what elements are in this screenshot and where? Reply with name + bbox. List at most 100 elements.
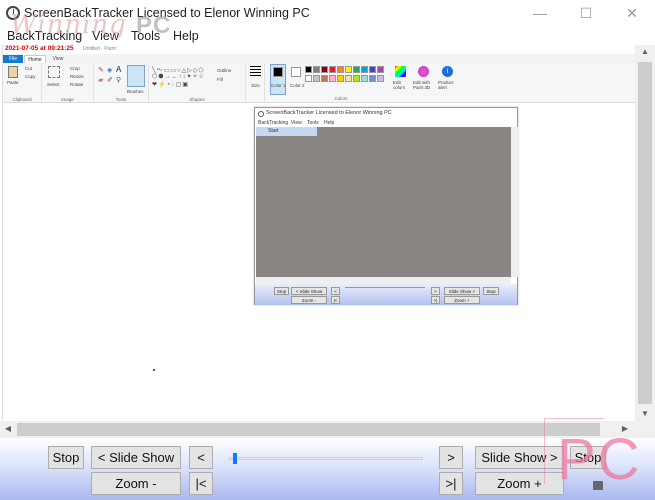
palette-swatch — [353, 66, 360, 73]
zoom-out-button[interactable]: Zoom - — [91, 472, 181, 495]
palette-swatch — [345, 75, 352, 82]
captured-slide-show-forward-button: Slide Show > — [444, 287, 480, 295]
menu-help[interactable]: Help — [173, 27, 199, 45]
captured-first-button: |< — [331, 296, 340, 304]
captured-stop-button: Stop — [274, 287, 289, 295]
edit-colors-icon — [395, 66, 406, 77]
eraser-icon: ▰ — [98, 77, 104, 84]
paint-group-tools: ✎ ◈ A ▰ ✐ ⚲ Brushes Tools — [94, 63, 149, 103]
next-button[interactable]: > — [439, 446, 463, 469]
resize-label: Resize — [70, 74, 84, 79]
palette-swatch — [321, 75, 328, 82]
captured-menu-view: View — [291, 120, 302, 126]
timeline-slider-thumb[interactable] — [232, 453, 237, 464]
canvas-speck — [153, 369, 155, 371]
paint-tab-view: View — [52, 56, 64, 62]
previous-button[interactable]: < — [189, 446, 213, 469]
captured-zoom-out-button: Zoom - — [291, 296, 327, 304]
crop-label: Crop — [70, 66, 80, 71]
brushes-label: Brushes — [127, 89, 144, 94]
palette-swatch — [361, 75, 368, 82]
size-label: Size — [251, 83, 260, 88]
maximize-button[interactable]: ☐ — [563, 0, 609, 27]
text-tool-icon: A — [116, 65, 122, 74]
horizontal-scrollbar[interactable]: ◀ ▶ — [0, 421, 635, 438]
stop-square-icon — [593, 481, 603, 490]
copy-label: Copy — [25, 74, 36, 79]
winning-pc-watermark: Winning PC — [10, 10, 172, 40]
palette-swatch — [345, 66, 352, 73]
edit-paint3d-label: Edit with Paint 3D — [413, 80, 431, 90]
paint-tab-home: Home — [24, 55, 46, 63]
fill-bucket-icon: ◈ — [107, 67, 113, 74]
captured-last-button: >| — [431, 296, 440, 304]
shapes-gallery-icons-row3: ❤⚡◔◌▢▣ — [152, 82, 190, 88]
outline-label: Outline — [217, 68, 232, 73]
captured-zoom-in-button: Zoom + — [444, 296, 480, 304]
color1-swatch — [273, 67, 283, 77]
palette-swatch — [353, 75, 360, 82]
brushes-icon — [127, 65, 145, 87]
palette-swatch — [361, 66, 368, 73]
magnifier-icon: ⚲ — [116, 77, 122, 84]
pencil-icon: ✎ — [98, 67, 104, 74]
slide-show-back-button[interactable]: < Slide Show — [91, 446, 181, 469]
palette-swatch — [313, 75, 320, 82]
scroll-left-arrow-icon[interactable]: ◀ — [3, 424, 13, 433]
paint-ribbon: Paste Cut Copy Clipboard Select Crop Res… — [3, 63, 635, 103]
close-button[interactable]: ✕ — [609, 0, 655, 27]
timeline-slider-track[interactable] — [229, 457, 423, 460]
palette-swatch — [313, 66, 320, 73]
captured-window-title: ScreenBackTracker Licensed to Elenor Win… — [266, 110, 392, 116]
last-frame-button[interactable]: >| — [439, 472, 463, 495]
palette-swatch — [337, 75, 344, 82]
palette-swatch — [377, 66, 384, 73]
palette-swatch — [305, 66, 312, 73]
color2-swatch — [291, 67, 301, 77]
first-frame-button[interactable]: |< — [189, 472, 213, 495]
palette-swatch — [369, 66, 376, 73]
palette-swatch — [369, 75, 376, 82]
size-lines-icon — [250, 66, 261, 78]
palette-swatch — [329, 66, 336, 73]
screenshot-viewport[interactable]: 2021-07-05 at 09:21:25 Untitled - Paint … — [2, 45, 635, 421]
shapes-group-label: Shapes — [189, 97, 205, 102]
paint-tab-file: File — [3, 55, 23, 63]
image-group-label: Image — [61, 97, 74, 102]
paint-group-size: Size — [246, 63, 265, 103]
color2-label: Color 2 — [290, 83, 305, 88]
fill-label: Fill — [217, 77, 223, 82]
paint-group-image: Select Crop Resize Rotate Image — [42, 63, 94, 103]
scroll-down-arrow-icon[interactable]: ▼ — [635, 409, 655, 418]
captured-slider — [345, 287, 425, 288]
color-picker-icon: ✐ — [107, 77, 113, 84]
paint-ribbon-tabs: File Home View — [3, 54, 635, 63]
vertical-scroll-thumb[interactable] — [638, 62, 652, 404]
palette-swatch — [329, 75, 336, 82]
palette-swatch — [377, 75, 384, 82]
paste-icon — [8, 66, 18, 78]
product-alert-icon: i — [442, 66, 453, 77]
clipboard-group-label: Clipboard — [12, 97, 32, 102]
captured-control-panel: Stop < Slide Show < > Slide Show > Stop … — [255, 284, 517, 305]
captured-start-item: Start — [256, 127, 317, 136]
captured-gray-image — [256, 127, 511, 277]
captured-screenbacktracker-window: ScreenBackTracker Licensed to Elenor Win… — [254, 107, 518, 305]
capture-timestamp: 2021-07-05 at 09:21:25 — [5, 45, 74, 52]
captured-menu-tools: Tools — [307, 120, 319, 126]
horizontal-scroll-thumb[interactable] — [17, 423, 600, 436]
color1-label: Color 1 — [271, 83, 286, 88]
palette-swatch — [337, 66, 344, 73]
tools-group-label: Tools — [115, 97, 127, 102]
paste-label: Paste — [7, 80, 19, 85]
select-label: Select — [47, 82, 60, 87]
scroll-up-arrow-icon[interactable]: ▲ — [635, 47, 655, 56]
palette-swatch — [321, 66, 328, 73]
paint-window-title: Untitled - Paint — [83, 46, 116, 52]
captured-vertical-scrollbar — [511, 127, 518, 277]
vertical-scrollbar[interactable]: ▲ ▼ — [635, 45, 655, 438]
stop-button[interactable]: Stop — [48, 446, 84, 469]
paint-group-clipboard: Paste Cut Copy Clipboard — [3, 63, 42, 103]
captured-back-button: < — [331, 287, 340, 295]
minimize-button[interactable]: — — [517, 0, 563, 27]
